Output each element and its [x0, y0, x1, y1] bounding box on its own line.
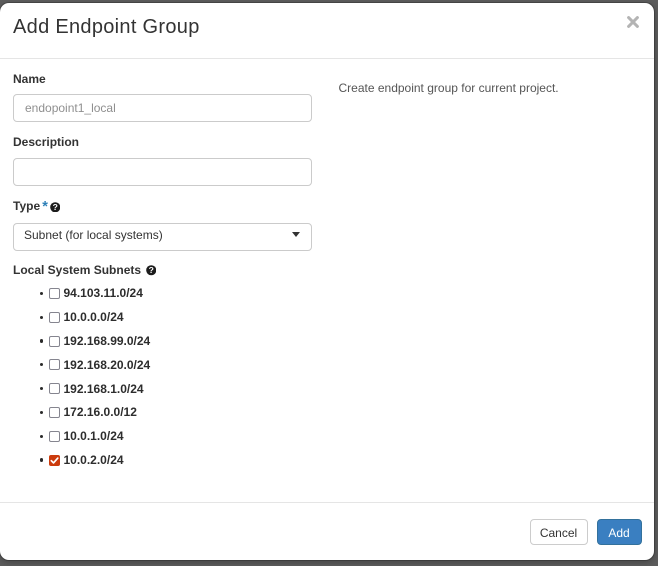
svg-text:?: ?	[148, 265, 153, 275]
svg-text:?: ?	[53, 202, 58, 212]
